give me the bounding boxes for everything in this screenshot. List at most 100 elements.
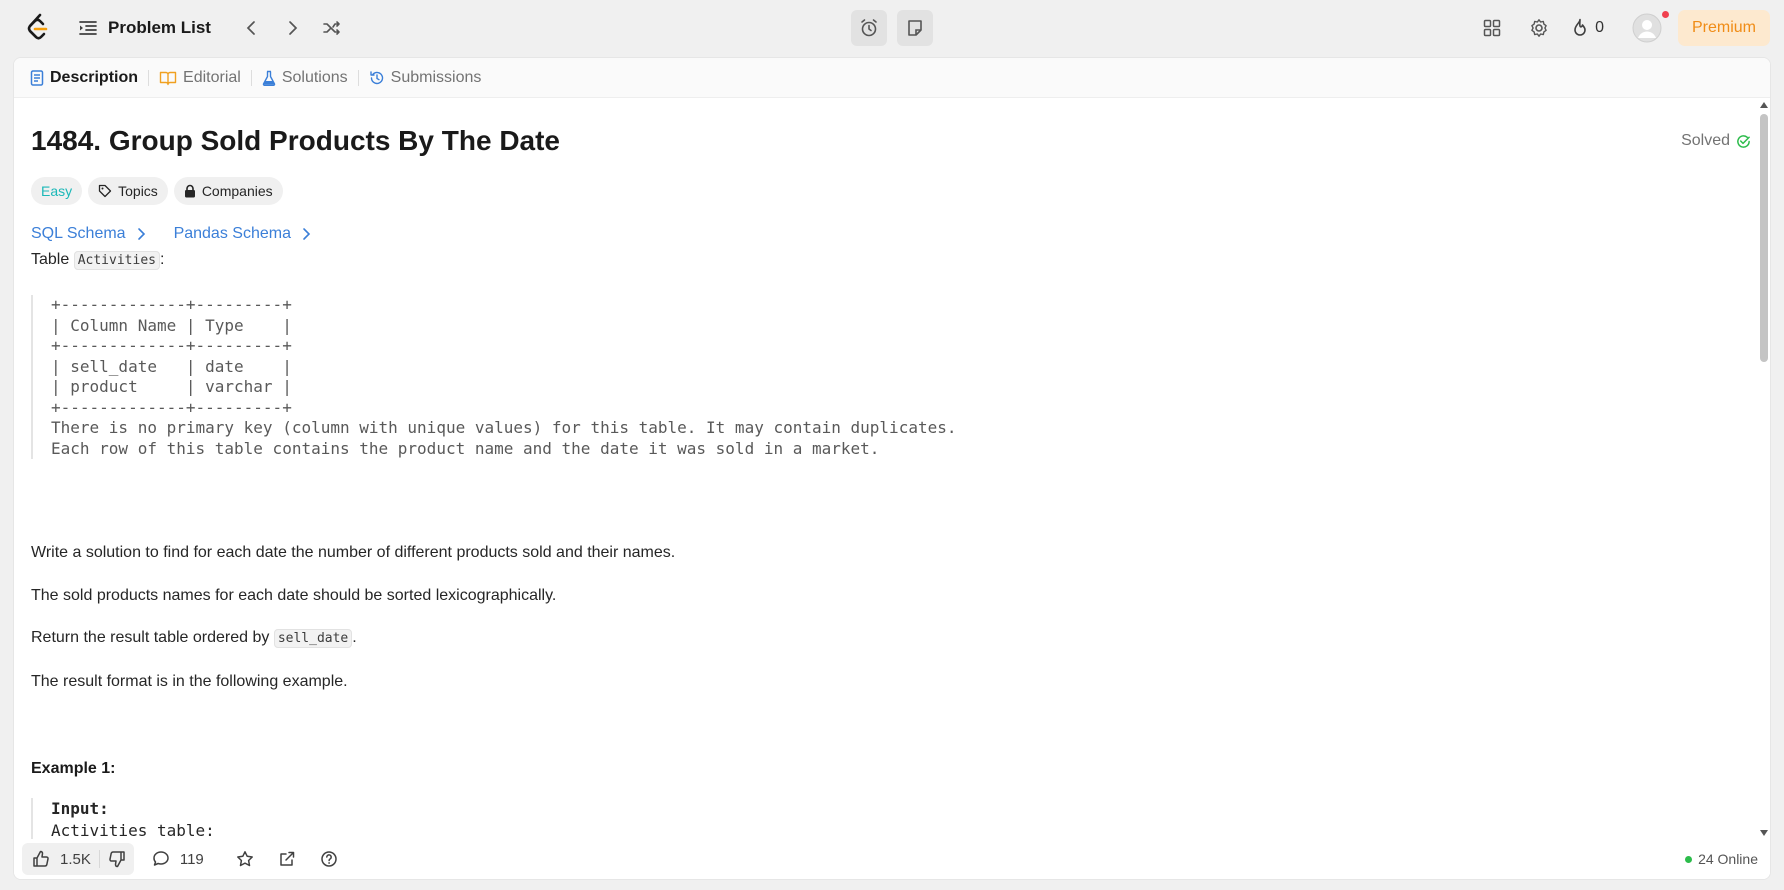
- solved-label: Solved: [1681, 132, 1730, 149]
- tab-editorial[interactable]: Editorial: [159, 69, 251, 87]
- external-link-icon: [280, 851, 295, 866]
- tab-divider: [357, 69, 359, 86]
- code-line: | product | varchar |: [51, 377, 292, 396]
- flask-icon: [262, 70, 276, 86]
- comment-count: 119: [179, 850, 204, 868]
- right-tools: 0 Premium: [1463, 10, 1770, 46]
- schema-code-block: +-------------+---------+ | Column Name …: [31, 295, 956, 459]
- example-input-label: Input:: [51, 799, 109, 818]
- description-icon: [30, 69, 44, 86]
- paragraph-sorting: The sold products names for each date sh…: [31, 587, 557, 604]
- description-panel: Description Editorial Solutions Submissi…: [13, 57, 1771, 880]
- fire-icon: [1574, 18, 1586, 36]
- schema-links: SQL Schema Pandas Schema: [31, 225, 311, 243]
- scroll-down-arrow-icon[interactable]: [1760, 830, 1768, 836]
- history-icon: [369, 70, 383, 84]
- tab-divider: [148, 69, 150, 86]
- check-circle-icon: [1737, 134, 1750, 148]
- streak-count: 0: [1595, 19, 1604, 36]
- prev-problem-button[interactable]: [237, 13, 267, 43]
- like-button[interactable]: 1.5K: [22, 850, 99, 868]
- scroll-thumb[interactable]: [1760, 114, 1768, 362]
- problem-list-link[interactable]: Problem List: [108, 18, 211, 38]
- timer-button[interactable]: [851, 10, 887, 46]
- companies-label: Companies: [201, 183, 273, 199]
- sell-date-code: sell_date: [273, 629, 353, 648]
- user-avatar-icon: [1632, 13, 1662, 43]
- comments-button[interactable]: 119: [152, 850, 204, 868]
- problem-tags: Easy Topics Companies: [31, 177, 283, 205]
- order-suffix: .: [352, 629, 357, 646]
- notification-dot: [1661, 11, 1669, 18]
- tab-solutions[interactable]: Solutions: [262, 69, 358, 87]
- chevron-right-icon: [137, 228, 145, 240]
- problem-title[interactable]: 1484. Group Sold Products By The Date: [31, 125, 560, 157]
- scroll-up-arrow-icon[interactable]: [1760, 102, 1768, 108]
- list-icon: [79, 21, 97, 35]
- notes-button[interactable]: [897, 10, 933, 46]
- schema-label: Pandas Schema: [173, 225, 291, 242]
- thumbs-down-icon: [109, 851, 125, 868]
- pandas-schema-link[interactable]: Pandas Schema: [174, 225, 311, 243]
- code-line: | sell_date | date |: [51, 356, 292, 376]
- tab-label: Description: [50, 68, 139, 86]
- shuffle-icon: [323, 21, 340, 35]
- layout-button[interactable]: [1474, 10, 1510, 46]
- chevron-left-icon: [246, 21, 255, 35]
- companies-tag[interactable]: Companies: [173, 177, 283, 205]
- center-tools: [851, 10, 933, 46]
- next-problem-button[interactable]: [277, 13, 307, 43]
- vote-group: 1.5K: [22, 843, 134, 875]
- gear-icon: [1531, 19, 1547, 37]
- code-line: +-------------+---------+: [51, 397, 292, 417]
- sql-schema-link[interactable]: SQL Schema: [31, 225, 146, 243]
- tab-label: Editorial: [183, 68, 241, 86]
- paragraph-format: The result format is in the following ex…: [31, 673, 348, 690]
- dislike-button[interactable]: [100, 850, 134, 868]
- star-icon: [236, 851, 253, 867]
- premium-button[interactable]: Premium: [1677, 10, 1770, 46]
- problem-content: 1484. Group Sold Products By The Date So…: [31, 98, 1751, 842]
- layout-grid-icon: [1483, 19, 1501, 37]
- tag-icon: [98, 184, 112, 198]
- tab-label: Submissions: [390, 68, 482, 86]
- panel-tabs: Description Editorial Solutions Submissi…: [14, 58, 1770, 98]
- settings-button[interactable]: [1521, 10, 1557, 46]
- table-suffix: :: [159, 251, 165, 268]
- avatar[interactable]: [1632, 11, 1669, 43]
- thumbs-up-icon: [33, 850, 49, 867]
- paragraph-order: Return the result table ordered by sell_…: [31, 629, 357, 648]
- online-dot: [1685, 855, 1693, 863]
- chevron-right-icon: [289, 21, 298, 35]
- tab-label: Solutions: [281, 68, 348, 86]
- example-title: Example 1:: [31, 760, 116, 777]
- question-circle-icon: [321, 851, 337, 867]
- code-line: +-------------+---------+: [51, 336, 292, 355]
- table-name-code: Activities: [73, 251, 160, 270]
- tab-description[interactable]: Description: [30, 69, 148, 87]
- leetcode-logo-icon[interactable]: [26, 13, 50, 43]
- chevron-right-icon: [303, 228, 311, 240]
- table-intro: Table Activities:: [31, 251, 165, 270]
- problem-nav: Problem List: [78, 14, 347, 42]
- order-prefix: Return the result table ordered by: [31, 629, 274, 646]
- favorite-button[interactable]: [236, 850, 254, 868]
- solved-status: Solved: [1681, 132, 1751, 150]
- online-count: 24 Online: [1698, 851, 1758, 867]
- table-prefix: Table: [31, 251, 74, 268]
- code-line: There is no primary key (column with uni…: [51, 418, 957, 437]
- tab-submissions[interactable]: Submissions: [369, 69, 492, 87]
- topics-label: Topics: [118, 183, 158, 199]
- random-problem-button[interactable]: [317, 13, 347, 43]
- like-count: 1.5K: [60, 850, 91, 868]
- tab-divider: [250, 69, 252, 86]
- streak-counter[interactable]: 0: [1571, 18, 1604, 38]
- paragraph-task: Write a solution to find for each date t…: [31, 544, 676, 561]
- vertical-scrollbar[interactable]: [1758, 98, 1770, 842]
- comment-icon: [153, 851, 169, 866]
- share-button[interactable]: [278, 850, 296, 868]
- online-indicator: 24 Online: [1685, 851, 1758, 867]
- note-icon: [908, 20, 922, 36]
- help-button[interactable]: [320, 850, 338, 868]
- topics-tag[interactable]: Topics: [88, 177, 168, 205]
